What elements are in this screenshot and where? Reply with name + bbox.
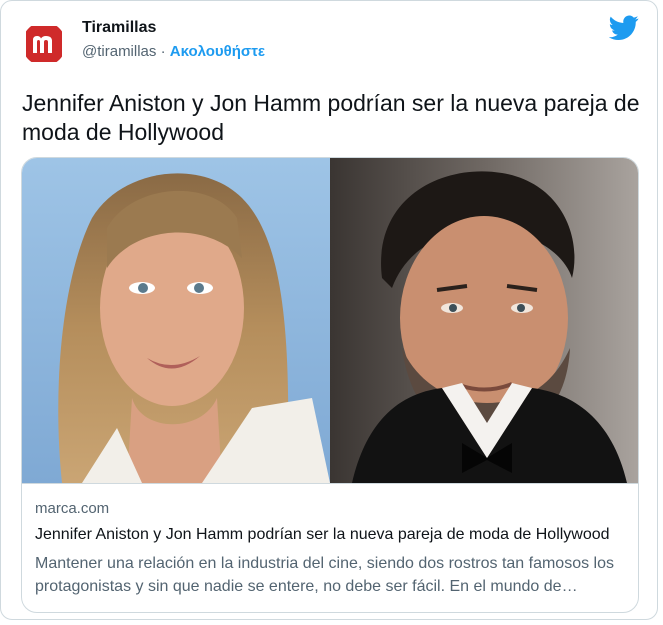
- follow-button[interactable]: Ακολουθήστε: [170, 43, 265, 60]
- card-description: Mantener una relación en la industria de…: [35, 555, 614, 595]
- account-handle[interactable]: @tiramillas: [82, 43, 156, 60]
- handle-separator: ·: [156, 43, 170, 60]
- embedded-tweet: m Tiramillas @tiramillas · Ακολουθήστε J…: [0, 0, 658, 620]
- card-domain: marca.com: [35, 500, 110, 517]
- logo-m-glyph: [33, 36, 52, 53]
- tiramillas-logo: m: [26, 26, 62, 62]
- man-portrait: [330, 158, 638, 483]
- account-name[interactable]: Tiramillas: [82, 19, 156, 37]
- card-image[interactable]: [22, 158, 638, 483]
- account-handle-row: @tiramillas · Ακολουθήστε: [82, 43, 265, 60]
- link-card[interactable]: marca.com Jennifer Aniston y Jon Hamm po…: [21, 157, 639, 613]
- card-title: Jennifer Aniston y Jon Hamm podrían ser …: [35, 526, 610, 543]
- tweet-text: Jennifer Aniston y Jon Hamm podrían ser …: [22, 90, 640, 145]
- twitter-bird-icon[interactable]: [609, 15, 639, 41]
- card-meta[interactable]: marca.com Jennifer Aniston y Jon Hamm po…: [22, 483, 638, 612]
- avatar[interactable]: m: [22, 22, 66, 66]
- woman-portrait: [22, 158, 330, 483]
